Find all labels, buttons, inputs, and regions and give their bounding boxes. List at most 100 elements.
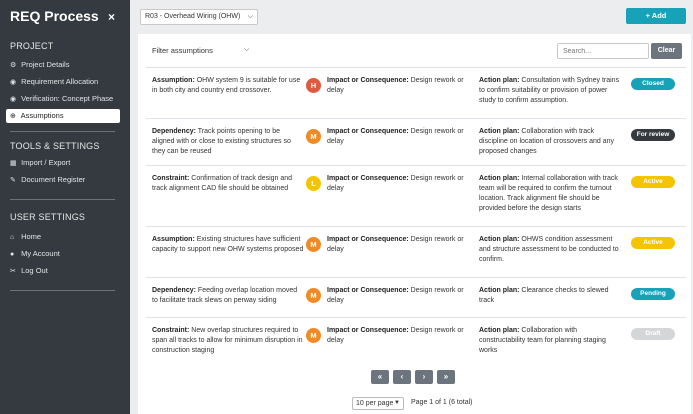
check-circle-icon: ◉ (10, 96, 17, 103)
impact-label: Impact or Consequence: (327, 327, 409, 334)
sidebar-item-import-export[interactable]: ▦ Import / Export (6, 156, 120, 170)
top-bar: R03 - Overhead Wiring (OHW) ⌵ + Add (130, 0, 693, 32)
status-badge[interactable]: Pending (631, 288, 675, 300)
sidebar-item-label: Home (21, 232, 42, 241)
table-icon: ▦ (10, 160, 17, 167)
list-item[interactable]: Assumption: Existing structures have suf… (146, 226, 686, 277)
chevron-down-icon: ▼ (394, 400, 400, 406)
sidebar-item-label: Document Register (21, 175, 86, 184)
home-icon: ⌂ (10, 234, 15, 241)
status-badge[interactable]: For review (631, 129, 675, 141)
sidebar-item-home[interactable]: ⌂ Home (6, 230, 120, 244)
action-plan-cell: Action plan: Collaboration with track di… (479, 127, 624, 157)
user-icon: ● (10, 251, 15, 258)
impact-cell: Impact or Consequence: Design rework or … (327, 174, 475, 194)
sidebar-item-label: Requirement Allocation (21, 77, 99, 86)
status-badge[interactable]: Draft (631, 328, 675, 340)
sidebar-item-my-account[interactable]: ● My Account (6, 247, 120, 261)
risk-level-badge: M (306, 237, 321, 252)
action-plan-cell: Action plan: OHWS condition assessment a… (479, 235, 624, 265)
impact-label: Impact or Consequence: (327, 175, 409, 182)
wrench-icon: ✂ (10, 268, 16, 275)
sidebar-item-label: Assumptions (20, 111, 64, 120)
sidebar: REQ Process × PROJECT ⚙ Project Details … (0, 0, 130, 414)
globe-icon: ◉ (10, 79, 17, 86)
edit-icon: ✎ (10, 177, 16, 184)
list-item[interactable]: Assumption: OHW system 9 is suitable for… (146, 67, 686, 118)
search-input[interactable] (557, 43, 649, 59)
gear-icon: ⚙ (10, 62, 17, 69)
impact-cell: Impact or Consequence: Design rework or … (327, 127, 475, 147)
list-item[interactable]: Constraint: New overlap structures requi… (146, 317, 686, 368)
divider (10, 199, 115, 200)
assumption-description: Assumption: Existing structures have suf… (152, 235, 304, 255)
action-plan-cell: Action plan: Collaboration with construc… (479, 326, 624, 356)
action-plan-cell: Action plan: Clearance checks to slewed … (479, 286, 624, 306)
sidebar-item-log-out[interactable]: ✂ Log Out (6, 264, 120, 278)
list-item[interactable]: Dependency: Feeding overlap location mov… (146, 277, 686, 317)
divider (10, 131, 115, 132)
sidebar-item-label: Import / Export (21, 158, 71, 167)
impact-cell: Impact or Consequence: Design rework or … (327, 76, 475, 96)
sidebar-item-document-register[interactable]: ✎ Document Register (6, 173, 120, 187)
impact-label: Impact or Consequence: (327, 77, 409, 84)
impact-label: Impact or Consequence: (327, 287, 409, 294)
divider (10, 290, 115, 291)
assumption-type: Assumption: (152, 77, 195, 84)
action-plan-cell: Action plan: Internal collaboration with… (479, 174, 624, 214)
close-icon[interactable]: × (108, 10, 115, 24)
add-button[interactable]: + Add (626, 8, 686, 24)
action-plan-label: Action plan: (479, 236, 520, 243)
status-badge[interactable]: Active (631, 176, 675, 188)
prev-page-button[interactable]: ‹ (393, 370, 411, 384)
brand-title: REQ Process (10, 8, 99, 24)
sidebar-item-verification[interactable]: ◉ Verification: Concept Phase (6, 92, 120, 106)
list-item[interactable]: Dependency: Track points opening to be a… (146, 118, 686, 165)
chevron-down-icon[interactable]: ⌵ (244, 46, 249, 54)
sidebar-item-label: Log Out (21, 266, 48, 275)
action-plan-cell: Action plan: Consultation with Sydney tr… (479, 76, 624, 106)
action-plan-label: Action plan: (479, 77, 520, 84)
impact-cell: Impact or Consequence: Design rework or … (327, 326, 475, 346)
action-plan-label: Action plan: (479, 327, 520, 334)
per-page-select[interactable]: 10 per page ▼ (352, 397, 404, 410)
sidebar-item-project-details[interactable]: ⚙ Project Details (6, 58, 120, 72)
assumption-type: Constraint: (152, 175, 190, 182)
assumption-description: Constraint: Confirmation of track design… (152, 174, 304, 194)
risk-level-badge: L (306, 176, 321, 191)
status-badge[interactable]: Active (631, 237, 675, 249)
sidebar-item-assumptions[interactable]: ⊕ Assumptions (6, 109, 120, 123)
assumption-type: Dependency: (152, 287, 196, 294)
assumption-description: Dependency: Feeding overlap location mov… (152, 286, 304, 306)
sidebar-item-label: Verification: Concept Phase (21, 94, 114, 103)
first-page-button[interactable]: « (371, 370, 389, 384)
action-plan-label: Action plan: (479, 128, 520, 135)
risk-level-badge: M (306, 328, 321, 343)
sidebar-item-label: My Account (21, 249, 60, 258)
next-page-button[interactable]: › (415, 370, 433, 384)
impact-cell: Impact or Consequence: Design rework or … (327, 235, 475, 255)
impact-label: Impact or Consequence: (327, 128, 409, 135)
per-page-value: 10 per page (356, 400, 394, 407)
status-badge[interactable]: Closed (631, 78, 675, 90)
section-title-tools: TOOLS & SETTINGS (10, 141, 100, 151)
impact-label: Impact or Consequence: (327, 236, 409, 243)
chevron-down-icon: ⌵ (247, 13, 253, 20)
page-info: Page 1 of 1 (6 total) (411, 399, 473, 406)
plus-circle-icon: ⊕ (10, 113, 16, 120)
risk-level-badge: M (306, 129, 321, 144)
sidebar-item-requirement-allocation[interactable]: ◉ Requirement Allocation (6, 75, 120, 89)
action-plan-label: Action plan: (479, 287, 520, 294)
clear-button[interactable]: Clear (651, 43, 682, 59)
project-select[interactable]: R03 - Overhead Wiring (OHW) ⌵ (140, 9, 258, 25)
last-page-button[interactable]: » (437, 370, 455, 384)
assumptions-panel: Filter assumptions ⌵ Clear Assumption: O… (138, 34, 691, 414)
filter-dropdown[interactable]: Filter assumptions (152, 46, 213, 55)
section-title-project: PROJECT (10, 41, 54, 51)
assumption-description: Constraint: New overlap structures requi… (152, 326, 304, 356)
project-select-value: R03 - Overhead Wiring (OHW) (145, 13, 241, 20)
assumption-description: Assumption: OHW system 9 is suitable for… (152, 76, 304, 96)
list-item[interactable]: Constraint: Confirmation of track design… (146, 165, 686, 226)
section-title-user-settings: USER SETTINGS (10, 212, 86, 222)
assumption-type: Dependency: (152, 128, 196, 135)
